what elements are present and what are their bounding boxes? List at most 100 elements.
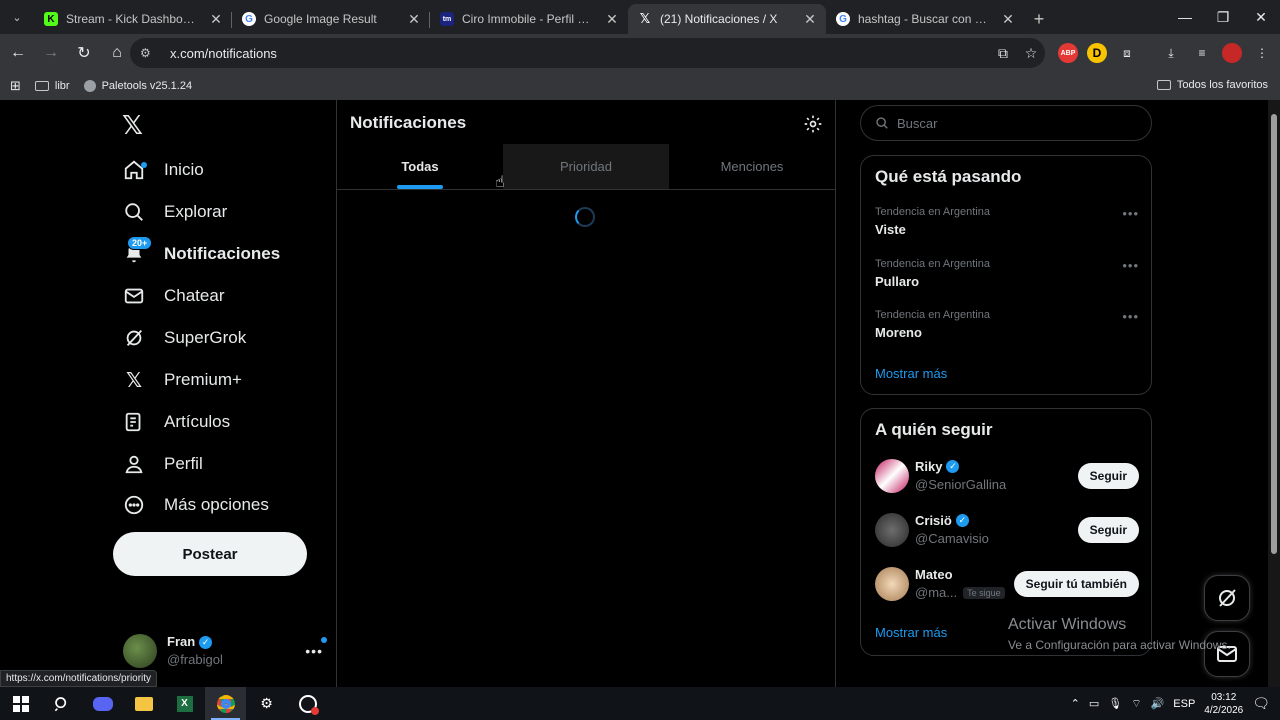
browser-tab[interactable]: G hashtag - Buscar con Google ✕ bbox=[826, 4, 1024, 34]
chrome-icon[interactable] bbox=[205, 687, 246, 720]
user-name: Crisiö bbox=[915, 513, 952, 528]
sidebar-item-label: Premium+ bbox=[164, 370, 242, 389]
sidebar-item-articles[interactable]: Artículos bbox=[122, 402, 230, 442]
more-dots-icon[interactable]: ••• bbox=[1122, 309, 1139, 324]
close-tab-icon[interactable]: ✕ bbox=[1000, 11, 1016, 28]
user-name: Riky bbox=[915, 459, 943, 474]
grok-icon bbox=[1219, 589, 1236, 607]
media-control-icon[interactable]: ≡ bbox=[1192, 43, 1212, 63]
microphone-icon[interactable]: 🎙 bbox=[1108, 697, 1122, 710]
browser-tab-active[interactable]: 𝕏 (21) Notificaciones / X ✕ bbox=[628, 4, 826, 34]
scrollbar-thumb[interactable] bbox=[1271, 114, 1277, 554]
notification-center-icon[interactable]: 🗨 bbox=[1252, 695, 1270, 712]
search-input[interactable]: Buscar bbox=[860, 105, 1152, 141]
settings-gear-icon[interactable]: ⚙ bbox=[246, 687, 287, 720]
new-tab-button[interactable]: + bbox=[1024, 4, 1054, 34]
discord-icon[interactable] bbox=[82, 687, 123, 720]
follow-button[interactable]: Seguir bbox=[1077, 463, 1139, 489]
browser-tab[interactable]: tm Ciro Immobile - Perfil del jugador ✕ bbox=[430, 4, 628, 34]
browser-toolbar: ← → ↻ ⌂ ⚙ x.com/notifications ⧉ ☆ ABP D … bbox=[0, 34, 1280, 72]
tab-mentions[interactable]: Menciones bbox=[669, 144, 835, 189]
chrome-menu-icon[interactable]: ⋮ bbox=[1252, 43, 1272, 63]
x-logo-icon[interactable]: 𝕏 bbox=[122, 110, 143, 141]
tab-title: Stream - Kick Dashboard bbox=[66, 12, 200, 26]
all-bookmarks[interactable]: Todos los favoritos bbox=[1156, 79, 1268, 91]
page-scrollbar[interactable] bbox=[1268, 100, 1280, 687]
browser-tab[interactable]: K Stream - Kick Dashboard ✕ bbox=[34, 4, 232, 34]
follow-suggestion[interactable]: Riky ✓ @SeniorGallina Seguir bbox=[875, 459, 1139, 499]
app-icon[interactable] bbox=[287, 687, 328, 720]
speaker-icon[interactable]: 🔊 bbox=[1151, 697, 1165, 710]
account-switcher[interactable]: Fran ✓ @frabigol ••• bbox=[123, 631, 333, 671]
download-icon[interactable]: ⤓ bbox=[1161, 43, 1181, 63]
reload-icon[interactable]: ↻ bbox=[69, 38, 99, 68]
follow-suggestion[interactable]: Crisiö ✓ @Camavisio Seguir bbox=[875, 513, 1139, 553]
chevron-up-icon[interactable]: ⌃ bbox=[1071, 697, 1080, 710]
bookmark-star-icon[interactable]: ☆ bbox=[1017, 45, 1045, 62]
apps-grid-icon[interactable]: ⊞ bbox=[10, 78, 21, 94]
kick-icon: K bbox=[44, 12, 58, 26]
globe-icon bbox=[83, 80, 96, 92]
follow-suggestion[interactable]: Mateo @ma... Te sigue Seguir tú también bbox=[875, 567, 1139, 607]
bookmark-item[interactable]: Paletools v25.1.24 bbox=[83, 80, 192, 92]
user-handle: @SeniorGallina bbox=[915, 477, 1007, 492]
sidebar-item-premium[interactable]: 𝕏 Premium+ bbox=[122, 360, 242, 400]
follow-button[interactable]: Seguir bbox=[1077, 517, 1139, 543]
trend-item[interactable]: Tendencia en Argentina Pullaro ••• bbox=[875, 258, 1139, 289]
browser-tab[interactable]: G Google Image Result ✕ bbox=[232, 4, 430, 34]
sidebar-item-more[interactable]: Más opciones bbox=[122, 485, 269, 525]
window-controls: — ❐ ✕ bbox=[1166, 0, 1280, 34]
bookmarks-bar: ⊞ libr Paletools v25.1.24 Todos los favo… bbox=[0, 72, 1280, 100]
extensions-puzzle-icon[interactable]: ⧈ bbox=[1117, 43, 1137, 63]
post-button[interactable]: Postear bbox=[113, 532, 307, 576]
more-dots-icon[interactable]: ••• bbox=[1122, 206, 1139, 221]
url-text[interactable]: x.com/notifications bbox=[170, 46, 989, 61]
minimize-icon[interactable]: — bbox=[1166, 0, 1204, 34]
close-tab-icon[interactable]: ✕ bbox=[208, 11, 224, 28]
more-dots-icon[interactable]: ••• bbox=[305, 643, 323, 659]
close-window-icon[interactable]: ✕ bbox=[1242, 0, 1280, 34]
gear-icon[interactable] bbox=[803, 114, 823, 134]
file-explorer-icon[interactable] bbox=[123, 687, 164, 720]
address-bar[interactable]: ⚙ x.com/notifications ⧉ ☆ bbox=[130, 38, 1045, 68]
maximize-icon[interactable]: ❐ bbox=[1204, 0, 1242, 34]
battery-icon[interactable]: ▭ bbox=[1089, 697, 1099, 710]
show-more-link[interactable]: Mostrar más bbox=[875, 625, 947, 640]
back-icon[interactable]: ← bbox=[3, 38, 33, 68]
close-tab-icon[interactable]: ✕ bbox=[802, 11, 818, 28]
sidebar-item-notifications[interactable]: 20+ Notificaciones bbox=[122, 234, 280, 274]
x-app: 𝕏 Inicio Explorar 20+ Notificaciones Cha… bbox=[0, 100, 1280, 687]
trend-item[interactable]: Tendencia en Argentina Moreno ••• bbox=[875, 309, 1139, 340]
sidebar-item-supergrok[interactable]: SuperGrok bbox=[122, 318, 246, 358]
search-icon[interactable] bbox=[41, 687, 82, 720]
sidebar-item-home[interactable]: Inicio bbox=[122, 150, 204, 190]
bookmark-folder[interactable]: libr bbox=[34, 80, 70, 92]
tab-priority[interactable]: Prioridad bbox=[503, 144, 669, 189]
extension-d-icon[interactable]: D bbox=[1087, 43, 1107, 63]
site-info-icon[interactable]: ⚙ bbox=[140, 46, 160, 60]
close-tab-icon[interactable]: ✕ bbox=[406, 11, 422, 28]
install-app-icon[interactable]: ⧉ bbox=[989, 45, 1017, 62]
more-dots-icon[interactable]: ••• bbox=[1122, 258, 1139, 273]
trend-item[interactable]: Tendencia en Argentina Viste ••• bbox=[875, 206, 1139, 237]
profile-avatar-icon[interactable] bbox=[1222, 43, 1242, 63]
follow-back-button[interactable]: Seguir tú también bbox=[1013, 571, 1139, 597]
windows-activation-watermark: Activar Windows Ve a Configuración para … bbox=[1008, 616, 1231, 652]
clock[interactable]: 03:12 4/2/2026 bbox=[1204, 691, 1243, 717]
close-tab-icon[interactable]: ✕ bbox=[604, 11, 620, 28]
language-indicator[interactable]: ESP bbox=[1173, 698, 1195, 710]
adblock-icon[interactable]: ABP bbox=[1058, 43, 1078, 63]
right-sidebar: Buscar Qué está pasando Tendencia en Arg… bbox=[860, 100, 1154, 687]
forward-icon[interactable]: → bbox=[36, 38, 66, 68]
grok-floating-button[interactable] bbox=[1204, 575, 1250, 621]
sidebar-item-explore[interactable]: Explorar bbox=[122, 192, 227, 232]
tab-search-button[interactable]: ⌄ bbox=[0, 0, 34, 34]
sidebar-item-profile[interactable]: Perfil bbox=[122, 444, 203, 484]
sidebar-item-chat[interactable]: Chatear bbox=[122, 276, 224, 316]
windows-start-icon[interactable] bbox=[0, 687, 41, 720]
excel-icon[interactable]: X bbox=[164, 687, 205, 720]
show-more-link[interactable]: Mostrar más bbox=[875, 366, 947, 381]
network-icon[interactable]: ⌔ bbox=[1131, 697, 1141, 711]
tab-all[interactable]: Todas bbox=[337, 144, 503, 189]
home-button-icon[interactable]: ⌂ bbox=[102, 38, 132, 68]
